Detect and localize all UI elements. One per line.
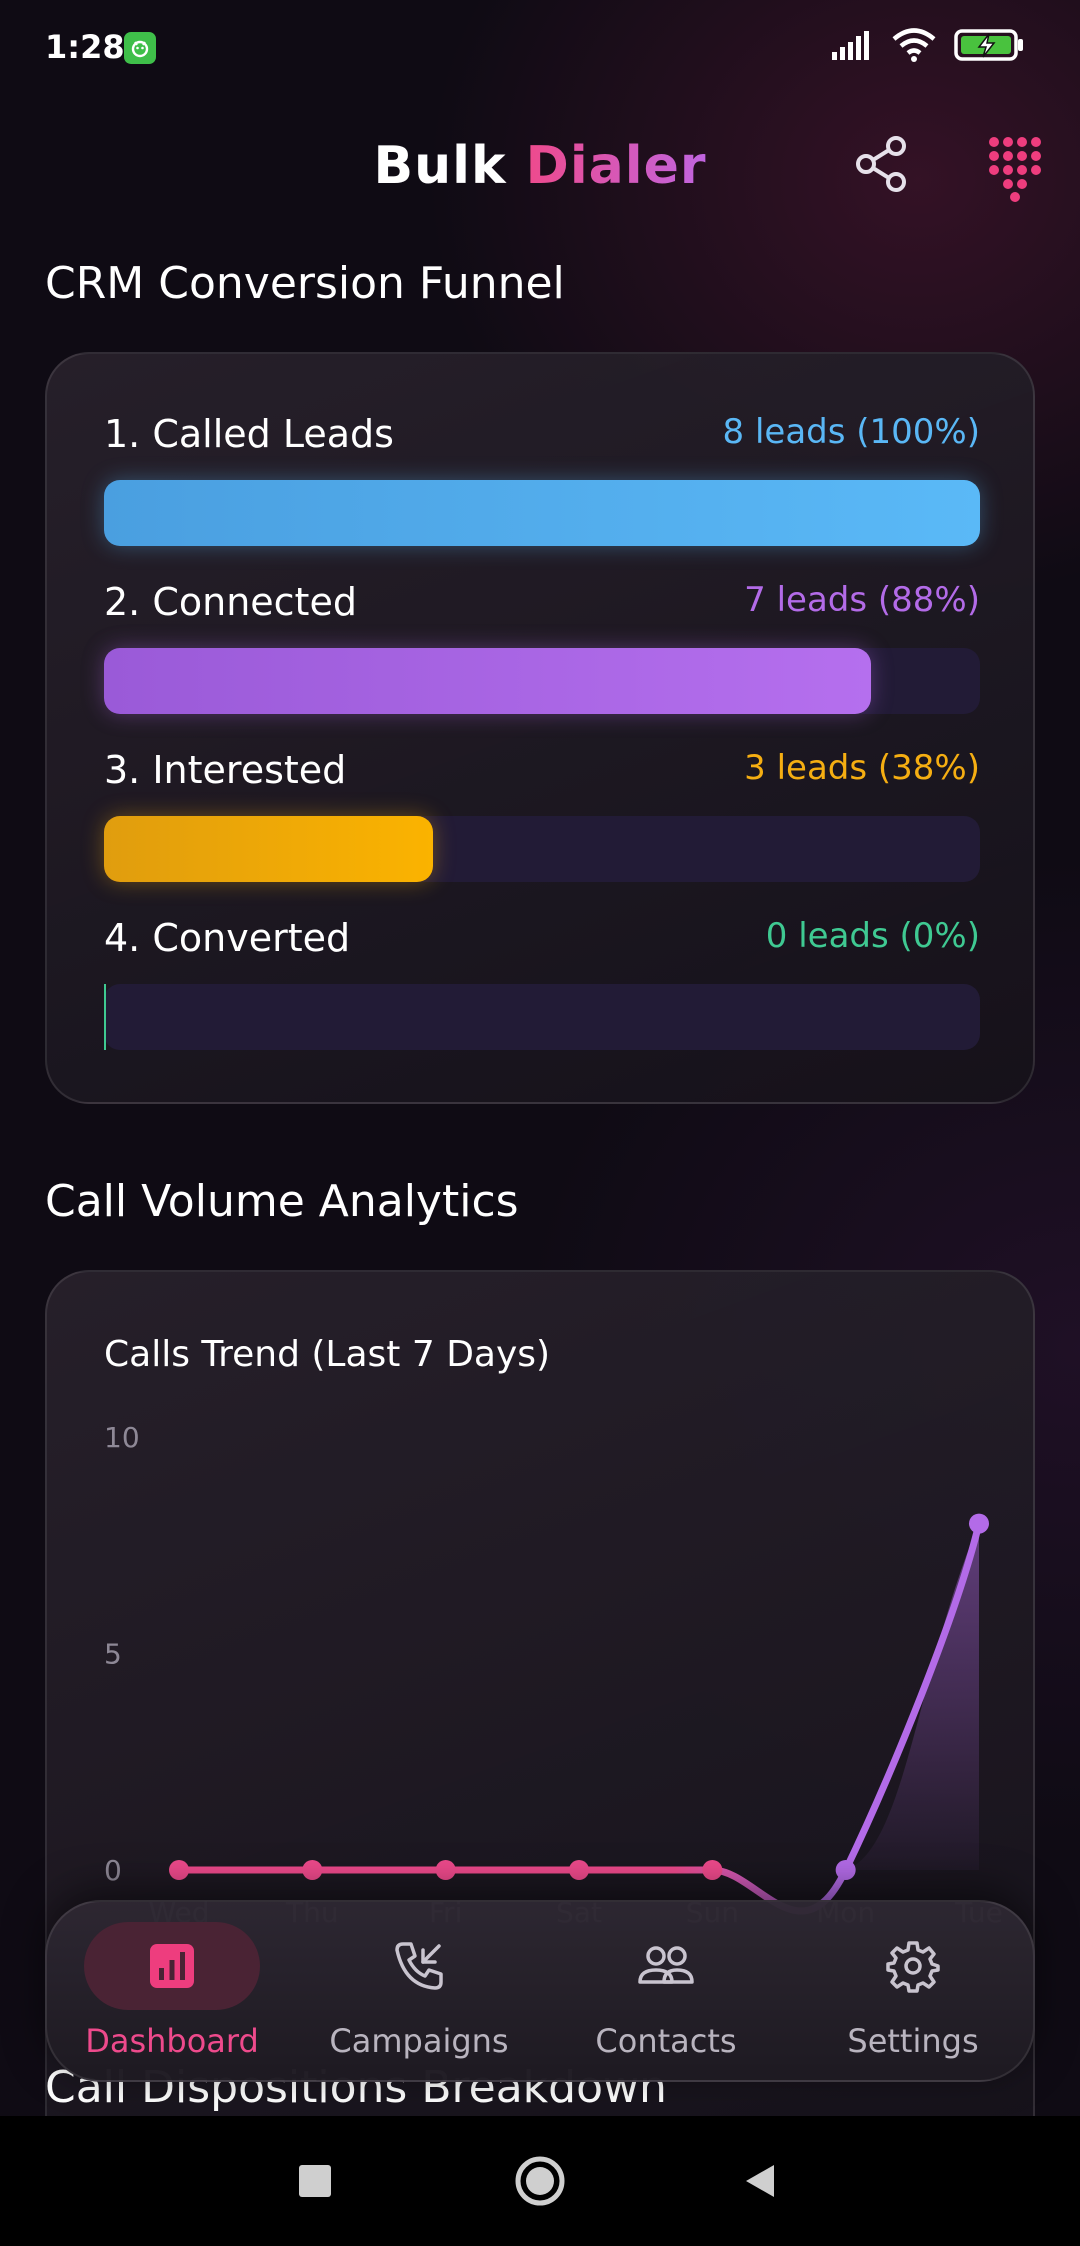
analytics-section-title: Call Volume Analytics <box>45 1176 519 1227</box>
funnel-card: 1. Called Leads 8 leads (100%) 2. Connec… <box>45 352 1035 1104</box>
nav-item-campaigns[interactable]: Campaigns <box>294 1902 534 2084</box>
funnel-bar-track <box>104 648 980 714</box>
signal-icon <box>830 30 874 64</box>
trend-area-fill <box>845 1523 979 1870</box>
funnel-stage-label: 3. Interested <box>104 748 347 792</box>
data-point[interactable] <box>569 1860 589 1880</box>
funnel-stage-count: 3 leads (38%) <box>744 748 980 788</box>
home-button[interactable] <box>505 2116 575 2246</box>
home-circle-icon <box>515 2156 565 2206</box>
funnel-bar-fill <box>104 480 980 546</box>
data-point[interactable] <box>969 1513 989 1534</box>
funnel-stage-count: 7 leads (88%) <box>744 580 980 620</box>
app-title-part2: Dialer <box>525 136 707 196</box>
app-title: Bulk Dialer <box>0 136 1080 196</box>
funnel-bar-track <box>104 984 980 1050</box>
bottom-nav: Dashboard Campaigns Contacts Settings <box>45 1900 1035 2082</box>
nav-item-dashboard[interactable]: Dashboard <box>47 1902 287 2084</box>
notification-app-icon <box>124 32 156 64</box>
nav-label: Settings <box>847 2022 979 2060</box>
square-icon <box>299 2165 331 2197</box>
y-tick-label: 0 <box>104 1854 122 1887</box>
data-point[interactable] <box>302 1860 323 1880</box>
data-point[interactable] <box>435 1860 456 1880</box>
funnel-bar-fill <box>104 984 106 1050</box>
app-title-part1: Bulk <box>373 136 507 196</box>
funnel-bar-fill <box>104 648 871 714</box>
trend-line <box>175 1520 983 1915</box>
nav-item-settings[interactable]: Settings <box>788 1902 1028 2084</box>
funnel-stage-count: 8 leads (100%) <box>722 412 980 452</box>
funnel-stage-label: 4. Converted <box>104 916 351 960</box>
funnel-section-title: CRM Conversion Funnel <box>45 258 565 309</box>
data-point[interactable] <box>169 1860 189 1880</box>
status-bar: 1:28 <box>0 0 1080 96</box>
y-tick-label: 10 <box>104 1421 140 1454</box>
nav-item-contacts[interactable]: Contacts <box>541 1902 781 2084</box>
funnel-bar-track <box>104 480 980 546</box>
dialpad-icon <box>989 137 1041 202</box>
dialpad-button[interactable] <box>986 134 1046 204</box>
y-tick-label: 5 <box>104 1638 122 1671</box>
nav-label: Campaigns <box>329 2022 509 2060</box>
data-point[interactable] <box>835 1860 856 1880</box>
funnel-bar-track <box>104 816 980 882</box>
wifi-icon <box>892 28 936 66</box>
funnel-stage-label: 2. Connected <box>104 580 357 624</box>
funnel-bar-fill <box>104 816 433 882</box>
share-icon <box>856 136 906 192</box>
back-triangle-icon <box>746 2165 774 2197</box>
battery-charging-icon <box>954 28 1024 66</box>
gear-icon <box>788 1936 1038 1996</box>
chart-bar-icon <box>47 1936 297 1996</box>
recents-button[interactable] <box>280 2116 350 2246</box>
data-point[interactable] <box>702 1860 723 1880</box>
funnel-stage-count: 0 leads (0%) <box>765 916 980 956</box>
app-header: Bulk Dialer <box>0 120 1080 216</box>
nav-label: Dashboard <box>85 2022 259 2060</box>
system-navigation-bar <box>0 2116 1080 2246</box>
back-button[interactable] <box>725 2116 795 2246</box>
share-button[interactable] <box>852 134 912 194</box>
funnel-stage-label: 1. Called Leads <box>104 412 394 456</box>
status-time: 1:28 <box>45 28 125 66</box>
phone-incoming-icon <box>294 1936 544 1996</box>
nav-label: Contacts <box>595 2022 737 2060</box>
people-icon <box>541 1936 791 1996</box>
